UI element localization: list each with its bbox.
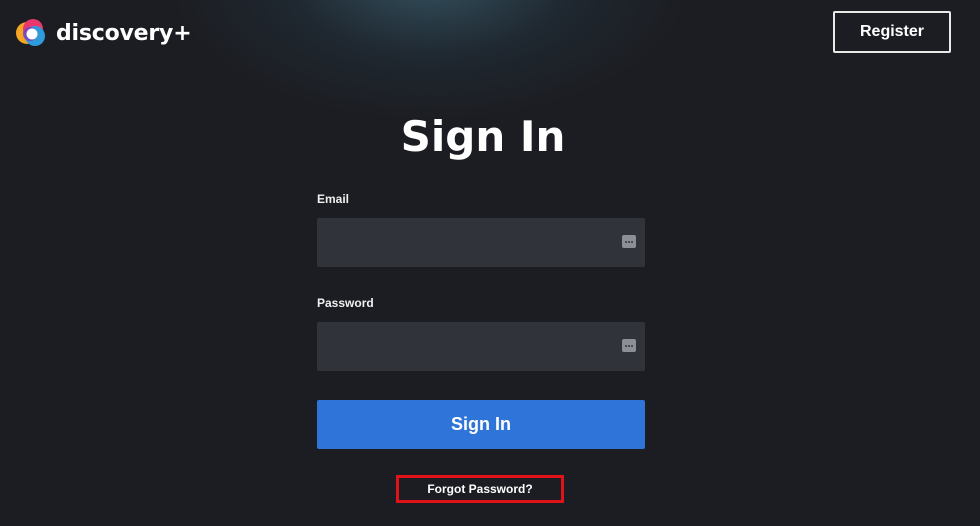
password-manager-dots-icon[interactable] [622, 235, 636, 248]
password-manager-dots-icon[interactable] [622, 339, 636, 352]
brand-name: discovery+ [56, 20, 192, 46]
password-field-container [317, 322, 645, 371]
brand-logo[interactable]: discovery+ [14, 17, 192, 49]
password-label: Password [317, 296, 374, 310]
email-input[interactable] [317, 218, 631, 267]
sign-in-button[interactable]: Sign In [317, 400, 645, 449]
forgot-password-link[interactable]: Forgot Password? [399, 478, 561, 500]
page-title: Sign In [400, 112, 566, 161]
register-button[interactable]: Register [833, 11, 951, 53]
email-field-container [317, 218, 645, 267]
header: discovery+ Register [0, 0, 980, 66]
email-label: Email [317, 192, 350, 206]
discovery-globe-icon [16, 19, 45, 46]
password-input[interactable] [317, 322, 631, 371]
forgot-password-highlight: Forgot Password? [396, 475, 564, 503]
